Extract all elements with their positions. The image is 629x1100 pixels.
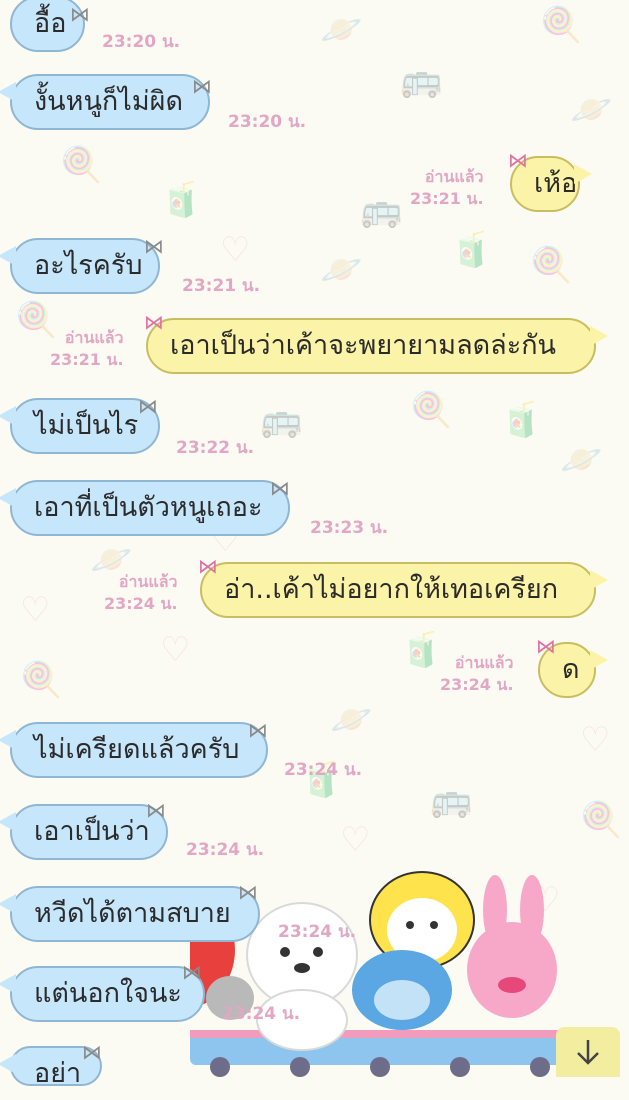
message-time: 23:24 น. xyxy=(104,594,178,613)
message-text: งั้นหนูก็ไม่ผิด xyxy=(34,86,183,117)
pink-bow-icon: ⋈ xyxy=(144,310,164,334)
read-status: อ่านแล้ว 23:21 น. xyxy=(410,166,484,210)
ribbon-bow-icon: ⋈ xyxy=(138,394,158,418)
bubble-tail xyxy=(0,246,16,266)
message-bubble[interactable]: แต่นอกใจนะ xyxy=(0,966,205,1022)
message-time: 23:20 น. xyxy=(102,32,181,52)
message-time: 23:23 น. xyxy=(310,518,389,538)
read-label: อ่านแล้ว xyxy=(454,653,514,672)
bubble-tail xyxy=(0,1054,16,1074)
bubble-tail xyxy=(0,730,16,750)
message-text: ด xyxy=(562,654,580,685)
read-status: อ่านแล้ว 23:24 น. xyxy=(440,652,514,696)
arrow-down-icon xyxy=(577,1040,599,1065)
ribbon-bow-icon: ⋈ xyxy=(238,880,258,904)
pink-bow-icon: ⋈ xyxy=(508,148,528,172)
message-text: อ่า..เค้าไม่อยากให้เทอเครียก xyxy=(224,574,559,605)
ribbon-bow-icon: ⋈ xyxy=(70,2,90,26)
read-label: อ่านแล้ว xyxy=(424,167,484,186)
message-text: เห้อ xyxy=(534,168,578,199)
read-label: อ่านแล้ว xyxy=(118,572,178,591)
message-time: 23:21 น. xyxy=(410,189,484,208)
message-time: 23:24 น. xyxy=(440,675,514,694)
message-bubble[interactable]: เอาเป็นว่า xyxy=(0,804,168,860)
message-text: เอาเป็นว่า xyxy=(34,816,150,847)
ribbon-bow-icon: ⋈ xyxy=(270,476,290,500)
message-time: 23:21 น. xyxy=(50,350,124,369)
ribbon-bow-icon: ⋈ xyxy=(146,798,166,822)
bubble-tail xyxy=(574,164,592,184)
ribbon-bow-icon: ⋈ xyxy=(82,1040,102,1064)
message-bubble[interactable]: งั้นหนูก็ไม่ผิด xyxy=(0,74,210,130)
ribbon-bow-icon: ⋈ xyxy=(192,74,212,98)
read-label: อ่านแล้ว xyxy=(64,328,124,347)
read-status: อ่านแล้ว 23:21 น. xyxy=(50,327,124,371)
ribbon-bow-icon: ⋈ xyxy=(144,234,164,258)
message-bubble[interactable]: อ่า..เค้าไม่อยากให้เทอเครียก xyxy=(200,562,608,618)
bubble-tail xyxy=(0,812,16,832)
message-text: หวีดได้ตามสบาย xyxy=(34,898,231,929)
pink-bow-icon: ⋈ xyxy=(536,634,556,658)
bubble-tail xyxy=(0,488,16,508)
message-time: 23:24 น. xyxy=(284,760,363,780)
scroll-to-bottom-button[interactable] xyxy=(556,1027,620,1077)
message-time: 23:22 น. xyxy=(176,438,255,458)
bubble-tail xyxy=(590,570,608,590)
message-time: 23:24 น. xyxy=(186,840,265,860)
bubble-tail xyxy=(590,650,608,670)
pink-bow-icon: ⋈ xyxy=(198,554,218,578)
message-time: 23:20 น. xyxy=(228,112,307,132)
message-text: อะไรครับ xyxy=(34,250,143,281)
message-time: 23:24 น. xyxy=(278,922,357,942)
ribbon-bow-icon: ⋈ xyxy=(248,718,268,742)
message-time: 23:24 น. xyxy=(222,1004,301,1024)
message-bubble[interactable]: เอาที่เป็นตัวหนูเถอะ xyxy=(0,480,290,536)
bubble-tail xyxy=(0,82,16,102)
message-bubble[interactable]: ไม่เครียดแล้วครับ xyxy=(0,722,268,778)
message-text: อื้อ xyxy=(34,8,67,39)
bubble-tail xyxy=(0,406,16,426)
message-text: เอาที่เป็นตัวหนูเถอะ xyxy=(34,492,263,523)
bubble-tail xyxy=(0,974,16,994)
message-bubble[interactable]: เอาเป็นว่าเค้าจะพยายามลดล่ะกัน xyxy=(146,318,608,374)
message-text: อย่า xyxy=(34,1058,82,1089)
message-text: ไม่เครียดแล้วครับ xyxy=(34,734,240,765)
message-bubble[interactable]: หวีดได้ตามสบาย xyxy=(0,886,260,942)
message-text: แต่นอกใจนะ xyxy=(34,978,182,1009)
read-status: อ่านแล้ว 23:24 น. xyxy=(104,571,178,615)
message-text: เอาเป็นว่าเค้าจะพยายามลดล่ะกัน xyxy=(170,330,557,361)
ribbon-bow-icon: ⋈ xyxy=(182,960,202,984)
bubble-tail xyxy=(590,326,608,346)
message-bubble[interactable]: อะไรครับ xyxy=(0,238,160,294)
bubble-tail xyxy=(0,894,16,914)
message-time: 23:21 น. xyxy=(182,276,261,296)
message-text: ไม่เป็นไร xyxy=(34,410,139,441)
